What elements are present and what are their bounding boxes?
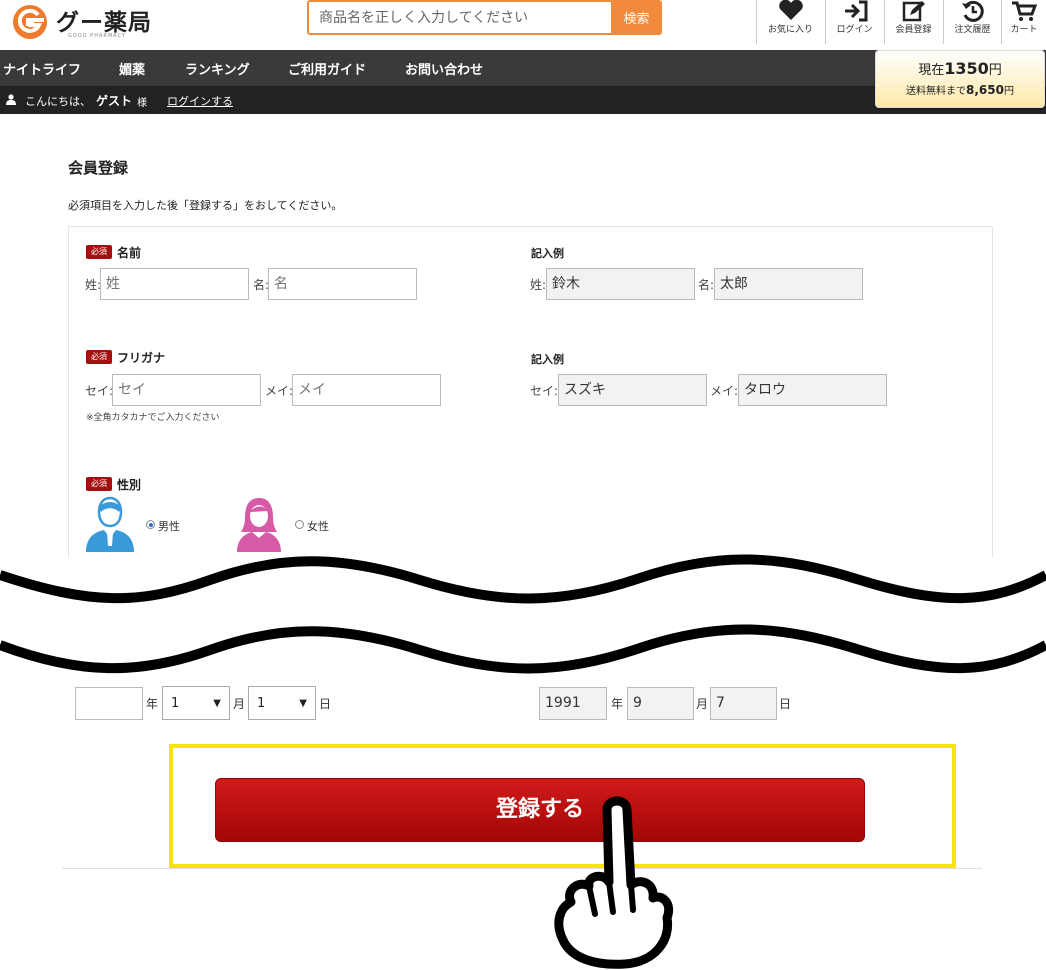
birth-day-value: 1 (257, 695, 266, 711)
birth-day-select[interactable]: 1 ▼ (248, 686, 316, 720)
cart-label: カート (1010, 25, 1038, 35)
cart-free-shipping: 送料無料まで8,650円 (876, 82, 1044, 97)
history-icon (961, 0, 984, 22)
name-label: 名前 (117, 246, 142, 260)
nav-item-aphrodisiac[interactable]: 媚薬 (119, 59, 145, 78)
heart-icon (778, 0, 803, 20)
nav-item-nightlife[interactable]: ナイトライフ (3, 59, 81, 78)
login-icon (844, 0, 867, 22)
example-day-unit: 日 (779, 697, 792, 711)
last-name-label: 姓: (85, 278, 102, 292)
order-history-label: 注文履歴 (954, 25, 991, 35)
nav-item-guide[interactable]: ご利用ガイド (288, 59, 366, 78)
nav-item-ranking[interactable]: ランキング (185, 59, 250, 78)
cart-current-total: 現在1350円 (876, 59, 1044, 78)
kana-note: ※全角カタカナでご入力ください (86, 413, 220, 423)
logo-subtitle: GOOD PHARMACY (68, 33, 126, 39)
cart-free-amount: 8,650 (966, 83, 1004, 97)
logo[interactable]: グー薬局 GOOD PHARMACY (12, 2, 162, 46)
gender-female-radio[interactable] (295, 520, 304, 529)
male-avatar-icon (86, 496, 134, 552)
example-last-kana-label: セイ: (530, 384, 559, 398)
required-badge: 必須 (86, 245, 112, 259)
greeting-text: こんにちは、 (25, 95, 91, 108)
register-button[interactable]: 登録する (215, 778, 865, 842)
example-first-kana: タロウ (738, 374, 887, 406)
example-birth-day: 7 (710, 687, 777, 720)
year-unit: 年 (146, 697, 159, 711)
last-name-input[interactable] (100, 268, 249, 300)
required-badge: 必須 (86, 477, 112, 491)
nav-item-contact[interactable]: お問い合わせ (405, 59, 483, 78)
cart-current-unit: 円 (988, 63, 1002, 78)
last-kana-label: セイ: (85, 384, 114, 398)
gender-label: 性別 (117, 478, 142, 492)
chevron-down-icon: ▼ (299, 697, 307, 709)
example-birth-month: 9 (627, 687, 694, 720)
example-birth-year: 1991 (539, 687, 607, 720)
divider (62, 868, 982, 869)
register-nav-button[interactable]: 会員登録 (884, 0, 942, 44)
cart-icon (1012, 1, 1038, 21)
cart-button[interactable]: カート (1001, 0, 1046, 44)
example-year-unit: 年 (611, 697, 624, 711)
birth-month-value: 1 (171, 695, 180, 711)
search-input[interactable] (307, 0, 612, 35)
order-history-button[interactable]: 注文履歴 (943, 0, 1001, 44)
header: グー薬局 GOOD PHARMACY 検索 お気に入り ログイン 会員登録 注文… (0, 0, 1046, 50)
cart-free-prefix: 送料無料まで (906, 86, 967, 97)
example-label: 記入例 (531, 353, 564, 366)
logo-text: グー薬局 (56, 10, 152, 36)
gender-male-radio[interactable] (146, 520, 155, 529)
gender-female-label[interactable]: 女性 (307, 518, 329, 534)
first-kana-label: メイ: (265, 384, 294, 398)
first-kana-input[interactable] (292, 374, 441, 406)
cart-summary[interactable]: 現在1350円 送料無料まで8,650円 (875, 50, 1045, 108)
birth-month-select[interactable]: 1 ▼ (162, 686, 230, 720)
example-first-name-label: 名: (698, 278, 715, 292)
example-label: 記入例 (531, 247, 564, 260)
gender-male-label[interactable]: 男性 (158, 518, 180, 534)
logo-mark-icon (13, 5, 47, 39)
greeting-suffix: 様 (137, 98, 147, 109)
search-button[interactable]: 検索 (611, 0, 662, 35)
last-kana-input[interactable] (112, 374, 261, 406)
favorites-label: お気に入り (767, 25, 813, 35)
greeting-name: ゲスト (96, 94, 133, 108)
birth-year-input[interactable] (75, 687, 143, 720)
page-title: 会員登録 (68, 159, 129, 177)
example-last-name: 鈴木 (546, 268, 695, 300)
example-first-kana-label: メイ: (710, 384, 739, 398)
example-last-kana: スズキ (558, 374, 707, 406)
login-button[interactable]: ログイン (825, 0, 883, 44)
day-unit: 日 (319, 697, 332, 711)
month-unit: 月 (233, 697, 246, 711)
first-name-input[interactable] (268, 268, 417, 300)
cart-free-unit: 円 (1003, 86, 1014, 97)
cart-current-prefix: 現在 (918, 63, 945, 78)
wave-divider (0, 554, 1046, 674)
example-first-name: 太郎 (714, 268, 863, 300)
page-description: 必須項目を入力した後「登録する」をおしてください。 (68, 199, 343, 212)
pointing-hand-icon (554, 796, 673, 969)
login-link[interactable]: ログインする (167, 93, 233, 109)
required-badge: 必須 (86, 350, 112, 364)
chevron-down-icon: ▼ (213, 697, 221, 709)
furigana-label: フリガナ (117, 351, 166, 365)
example-last-name-label: 姓: (530, 278, 547, 292)
cart-current-amount: 1350 (944, 59, 989, 78)
login-label: ログイン (836, 25, 873, 35)
register-label: 会員登録 (895, 25, 932, 35)
edit-icon (902, 1, 925, 22)
female-avatar-icon (237, 498, 281, 552)
first-name-label: 名: (253, 278, 270, 292)
user-icon (6, 94, 16, 105)
favorites-button[interactable]: お気に入り (756, 0, 824, 44)
example-month-unit: 月 (696, 697, 709, 711)
